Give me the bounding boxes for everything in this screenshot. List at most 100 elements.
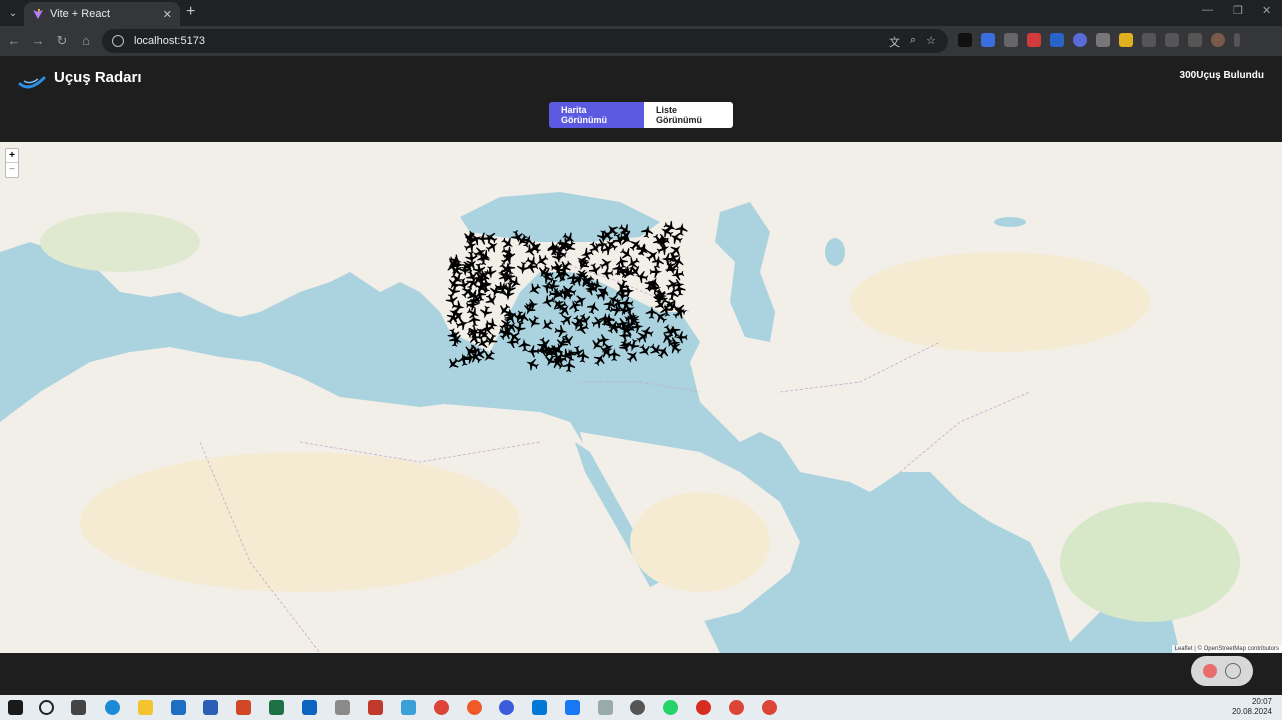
- back-icon[interactable]: ←: [6, 33, 22, 48]
- bookmark-star-icon[interactable]: ☆: [926, 34, 936, 50]
- mail-icon[interactable]: [171, 700, 186, 715]
- tab-search-icon[interactable]: ⌄: [4, 4, 22, 22]
- record-icon[interactable]: [1203, 664, 1217, 678]
- page-footer: [0, 653, 1282, 695]
- app-gray-icon[interactable]: [598, 700, 613, 715]
- flight-marker-icon[interactable]: [540, 294, 556, 309]
- flight-marker-icon[interactable]: [674, 331, 688, 344]
- windows-taskbar: 20:07 20.08.2024: [0, 695, 1282, 720]
- url-text: localhost:5173: [134, 35, 205, 47]
- map-view-button[interactable]: Harita Görünümü: [549, 102, 644, 128]
- flight-marker-icon[interactable]: [598, 255, 615, 272]
- chrome-profile2-icon[interactable]: [762, 700, 777, 715]
- app-header: [0, 56, 1282, 142]
- vscode-icon[interactable]: [532, 700, 547, 715]
- extension-yellow-icon[interactable]: [1119, 33, 1133, 47]
- download-icon[interactable]: [1188, 33, 1202, 47]
- extension-circle-icon[interactable]: [1073, 33, 1087, 47]
- browser-tab-strip: ⌄ Vite + React ✕ + — ❐ ✕: [0, 0, 1282, 26]
- start-icon[interactable]: [8, 700, 23, 715]
- browser-menu-icon[interactable]: [1234, 33, 1240, 47]
- flight-marker-icon[interactable]: [526, 314, 542, 331]
- profile-avatar[interactable]: [1211, 33, 1225, 47]
- recording-widget: [1191, 656, 1253, 686]
- translate-icon[interactable]: 文: [889, 34, 900, 50]
- edge-icon[interactable]: [105, 700, 120, 715]
- flight-marker-icon[interactable]: [649, 265, 663, 278]
- radar-logo-icon: [18, 76, 46, 89]
- system-clock[interactable]: 20:07 20.08.2024: [1232, 697, 1272, 717]
- flight-marker-icon[interactable]: [526, 281, 543, 298]
- flight-marker-icon[interactable]: [675, 222, 689, 236]
- flight-marker-icon[interactable]: [563, 359, 576, 373]
- minimize-icon[interactable]: —: [1202, 4, 1213, 16]
- task-view-icon[interactable]: [71, 700, 86, 715]
- tab-close-icon[interactable]: ✕: [163, 8, 172, 21]
- flight-marker-icon[interactable]: [586, 300, 601, 316]
- forward-icon[interactable]: →: [30, 33, 46, 48]
- search-icon[interactable]: [39, 700, 54, 715]
- extensions-bar: [958, 33, 1240, 47]
- flight-marker-icon[interactable]: [516, 261, 530, 275]
- whatsapp-icon[interactable]: [663, 700, 678, 715]
- browser-toolbar: ← → ↻ ⌂ localhost:5173 文 ⌕ ☆: [0, 26, 1282, 56]
- flight-marker-icon[interactable]: [540, 280, 555, 295]
- flight-marker-icon[interactable]: [444, 355, 461, 372]
- app-red-icon[interactable]: [368, 700, 383, 715]
- view-toggle: Harita Görünümü Liste Görünümü: [549, 102, 733, 128]
- word-icon[interactable]: [203, 700, 218, 715]
- outlook-icon[interactable]: [302, 700, 317, 715]
- chrome-profile-icon[interactable]: [729, 700, 744, 715]
- extension-blue-icon[interactable]: [981, 33, 995, 47]
- extensions-puzzle-icon[interactable]: [1142, 33, 1156, 47]
- extension-google-icon[interactable]: [1050, 33, 1064, 47]
- extension-gray-icon[interactable]: [1096, 33, 1110, 47]
- vite-favicon-icon: [33, 9, 43, 19]
- zoom-out-button[interactable]: −: [6, 163, 18, 177]
- home-icon[interactable]: ⌂: [78, 33, 94, 48]
- reading-list-icon[interactable]: [1165, 33, 1179, 47]
- reload-icon[interactable]: ↻: [54, 33, 70, 49]
- browser-tab[interactable]: Vite + React ✕: [24, 2, 180, 26]
- annotate-icon[interactable]: [1225, 663, 1241, 679]
- settings-gear-icon[interactable]: [630, 700, 645, 715]
- close-window-icon[interactable]: ✕: [1262, 4, 1271, 17]
- zoom-icon[interactable]: ⌕: [910, 34, 916, 50]
- address-bar[interactable]: localhost:5173 文 ⌕ ☆: [102, 29, 948, 53]
- file-explorer-icon[interactable]: [138, 700, 153, 715]
- new-tab-icon[interactable]: +: [186, 3, 195, 21]
- flight-marker-icon[interactable]: [538, 317, 555, 334]
- chrome-icon[interactable]: [434, 700, 449, 715]
- flight-marker-icon[interactable]: [525, 298, 539, 312]
- app-blue-icon[interactable]: [499, 700, 514, 715]
- zoom-in-button[interactable]: +: [6, 149, 18, 163]
- flight-marker-icon[interactable]: [479, 305, 494, 320]
- calculator-icon[interactable]: [335, 700, 350, 715]
- flight-map[interactable]: + − Leaflet | © OpenStreetMap contributo…: [0, 142, 1282, 653]
- eyedropper-extension-icon[interactable]: [958, 33, 972, 47]
- postman-icon[interactable]: [467, 700, 482, 715]
- power-automate-icon[interactable]: [565, 700, 580, 715]
- flight-marker-icon[interactable]: [518, 338, 531, 352]
- app-teal-icon[interactable]: [401, 700, 416, 715]
- flight-marker-icon[interactable]: [524, 356, 540, 372]
- flight-marker-icon[interactable]: [526, 345, 540, 358]
- flight-marker-icon[interactable]: [645, 306, 658, 319]
- flight-marker-icon[interactable]: [637, 342, 654, 359]
- extension-scan-icon[interactable]: [1004, 33, 1018, 47]
- powerpoint-icon[interactable]: [236, 700, 251, 715]
- extension-red-icon[interactable]: [1027, 33, 1041, 47]
- excel-icon[interactable]: [269, 700, 284, 715]
- flights-found-count: 300Uçuş Bulundu: [1179, 70, 1264, 81]
- flight-marker-icon[interactable]: [600, 267, 614, 280]
- flight-marker-icon[interactable]: [618, 338, 633, 352]
- flight-marker-icon[interactable]: [594, 286, 610, 302]
- opera-icon[interactable]: [696, 700, 711, 715]
- site-info-icon[interactable]: [112, 35, 124, 47]
- restore-icon[interactable]: ❐: [1233, 4, 1243, 17]
- tab-title: Vite + React: [50, 8, 111, 20]
- flight-marker-icon[interactable]: [640, 224, 654, 239]
- flight-markers-layer: [444, 220, 689, 373]
- list-view-button[interactable]: Liste Görünümü: [644, 102, 733, 128]
- app-title: Uçuş Radarı: [54, 69, 142, 86]
